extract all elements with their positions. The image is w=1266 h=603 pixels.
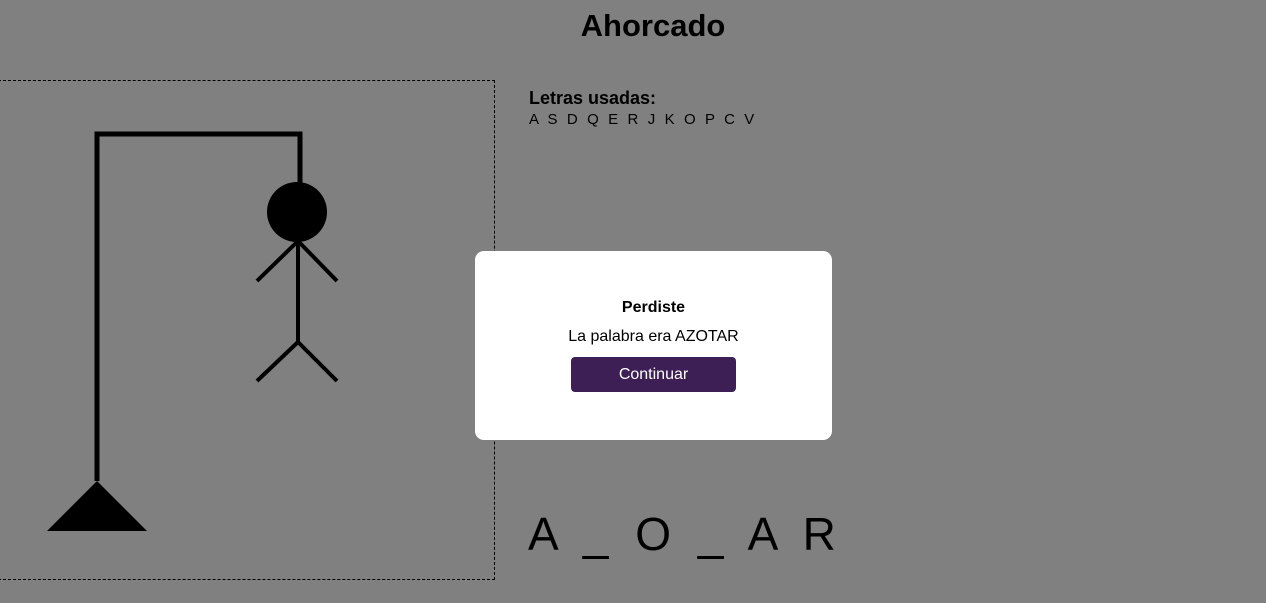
- hangman-right-leg: [296, 340, 339, 383]
- hangman-left-arm: [255, 239, 300, 283]
- word-display: A _ O _ A R: [528, 508, 843, 560]
- gallows-base: [47, 481, 147, 531]
- hangman-board: [0, 80, 495, 580]
- hangman-head: [267, 182, 327, 242]
- hangman-drawing: [47, 131, 339, 531]
- game-over-dialog: Perdiste La palabra era AZOTAR Continuar: [475, 251, 832, 440]
- hangman-right-arm: [296, 239, 339, 283]
- hangman-left-leg: [255, 340, 300, 383]
- page-title: Ahorcado: [580, 8, 726, 43]
- used-letters-list: A S D Q E R J K O P C V: [529, 111, 757, 128]
- continue-button[interactable]: Continuar: [571, 357, 736, 392]
- used-letters-heading: Letras usadas:: [529, 88, 657, 108]
- dialog-title: Perdiste: [621, 299, 686, 316]
- dialog-message: La palabra era AZOTAR: [568, 328, 739, 345]
